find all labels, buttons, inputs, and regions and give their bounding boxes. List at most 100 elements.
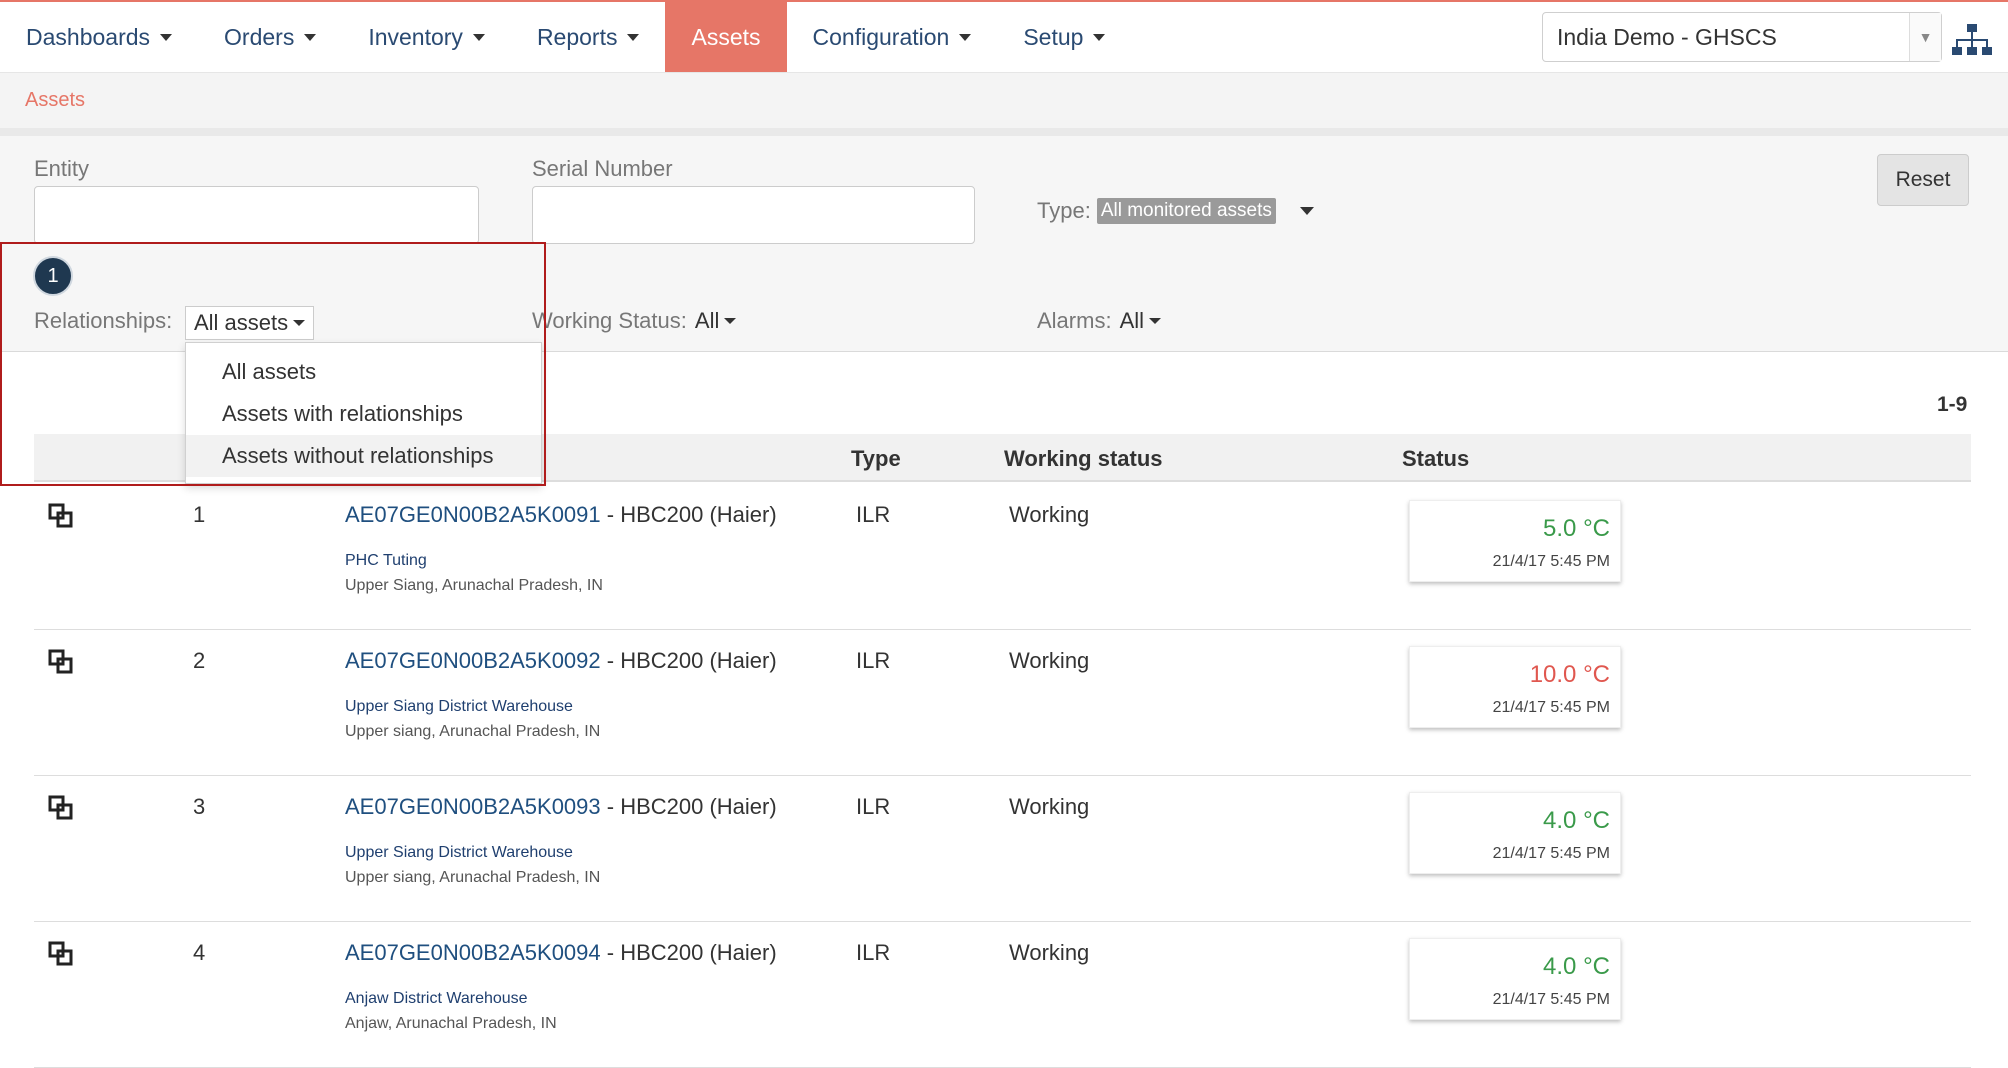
asset-type: ILR <box>856 794 891 819</box>
alarms-value: All <box>1119 308 1145 333</box>
entity-label: Entity <box>34 156 90 181</box>
temperature-time: 21/4/17 5:45 PM <box>1492 845 1610 862</box>
table-row: 3 AE07GE0N00B2A5K0093 - HBC200 (Haier) Upp… <box>34 776 1971 922</box>
asset-type: ILR <box>856 502 891 527</box>
nav-item-orders[interactable]: Orders <box>198 2 342 72</box>
result-count: 1-9 <box>1937 393 1968 416</box>
working-status: Working <box>1009 502 1090 527</box>
asset-serial-link[interactable]: AE07GE0N00B2A5K0093 <box>345 794 601 819</box>
temperature-value: 5.0 °C <box>1543 515 1610 542</box>
asset-title: AE07GE0N00B2A5K0092 - HBC200 (Haier) <box>345 648 777 674</box>
reset-button[interactable]: Reset <box>1877 154 1969 206</box>
table-row: 2 AE07GE0N00B2A5K0092 - HBC200 (Haier) Upp… <box>34 630 1971 776</box>
entity-name[interactable]: Upper Siang District Warehouse <box>345 698 573 716</box>
working-status: Working <box>1009 940 1090 965</box>
table-row: 4 AE07GE0N00B2A5K0094 - HBC200 (Haier) Anj… <box>34 922 1971 1068</box>
caret-down-icon <box>1093 33 1106 41</box>
menu-item-assets-with-relationships[interactable]: Assets with relationships <box>186 393 541 435</box>
entity-name[interactable]: Anjaw District Warehouse <box>345 990 528 1008</box>
entity-name[interactable]: Upper Siang District Warehouse <box>345 844 573 862</box>
row-index: 3 <box>193 794 206 819</box>
relationships-menu: All assets Assets with relationships Asset… <box>185 342 542 484</box>
working-status: Working <box>1009 648 1090 673</box>
temperature-time: 21/4/17 5:45 PM <box>1492 991 1610 1008</box>
callout-number-badge: 1 <box>33 256 73 296</box>
nav-item-label: Reports <box>536 23 618 50</box>
alarms-dropdown[interactable]: All <box>1119 308 1162 334</box>
nav-item-inventory[interactable]: Inventory <box>342 2 511 72</box>
relationship-icon[interactable] <box>47 648 75 676</box>
caret-down-icon <box>959 33 972 41</box>
relationship-icon[interactable] <box>47 940 75 968</box>
temperature-card[interactable]: 5.0 °C 21/4/17 5:45 PM <box>1409 500 1621 582</box>
alarms-filter: Alarms: All <box>1037 308 1162 334</box>
caret-down-icon <box>293 320 306 326</box>
temperature-time: 21/4/17 5:45 PM <box>1492 699 1610 716</box>
asset-serial-link[interactable]: AE07GE0N00B2A5K0094 <box>345 940 601 965</box>
asset-model: - HBC200 (Haier) <box>600 502 777 527</box>
type-label: Type: <box>1037 198 1091 223</box>
domain-select[interactable]: India Demo - GHSCS ▼ <box>1542 12 1942 62</box>
temperature-value: 10.0 °C <box>1529 661 1610 688</box>
divider <box>0 128 2008 136</box>
relationship-icon[interactable] <box>47 794 75 822</box>
working-status: Working <box>1009 794 1090 819</box>
col-header-type: Type <box>851 446 901 471</box>
caret-down-icon <box>1149 318 1162 324</box>
row-index: 1 <box>193 502 206 527</box>
nav-item-reports[interactable]: Reports <box>511 2 666 72</box>
entity-location: Anjaw, Arunachal Pradesh, IN <box>345 1015 557 1032</box>
nav-item-label: Orders <box>224 23 295 50</box>
col-header-working-status: Working status <box>1004 446 1163 471</box>
nav-item-setup[interactable]: Setup <box>997 2 1131 72</box>
temperature-card[interactable]: 4.0 °C 21/4/17 5:45 PM <box>1409 792 1621 874</box>
breadcrumb[interactable]: Assets <box>25 89 85 112</box>
relationships-value: All assets <box>194 310 289 335</box>
asset-title: AE07GE0N00B2A5K0094 - HBC200 (Haier) <box>345 940 777 966</box>
type-value-tag[interactable]: All monitored assets <box>1096 198 1276 224</box>
breadcrumb-bar: Assets <box>0 72 2008 128</box>
relationships-dropdown[interactable]: All assets <box>185 306 315 340</box>
menu-item-assets-without-relationships[interactable]: Assets without relationships <box>186 435 541 477</box>
domain-select-value: India Demo - GHSCS <box>1557 23 1777 50</box>
nav-item-configuration[interactable]: Configuration <box>787 2 998 72</box>
entity-input[interactable] <box>34 186 479 244</box>
chevron-down-icon[interactable]: ▼ <box>1909 13 1941 61</box>
row-index: 2 <box>193 648 206 673</box>
relationship-icon[interactable] <box>47 502 75 530</box>
asset-serial-link[interactable]: AE07GE0N00B2A5K0092 <box>345 648 601 673</box>
temperature-value: 4.0 °C <box>1543 807 1610 834</box>
caret-down-icon[interactable] <box>1299 207 1314 215</box>
temperature-card[interactable]: 10.0 °C 21/4/17 5:45 PM <box>1409 646 1621 728</box>
asset-serial-link[interactable]: AE07GE0N00B2A5K0091 <box>345 502 601 527</box>
asset-model: - HBC200 (Haier) <box>600 794 777 819</box>
col-header-status: Status <box>1402 446 1470 471</box>
asset-title: AE07GE0N00B2A5K0093 - HBC200 (Haier) <box>345 794 777 820</box>
temperature-time: 21/4/17 5:45 PM <box>1492 553 1610 570</box>
main-nav: Dashboards Orders Inventory Reports Assets Co… <box>0 2 1131 72</box>
working-status-dropdown[interactable]: All <box>695 308 737 334</box>
working-status-label: Working Status: <box>532 308 687 333</box>
nav-item-label: Assets <box>691 23 761 50</box>
serial-number-input[interactable] <box>532 186 975 244</box>
asset-model: - HBC200 (Haier) <box>600 648 777 673</box>
temperature-card[interactable]: 4.0 °C 21/4/17 5:45 PM <box>1409 938 1621 1020</box>
entity-name[interactable]: PHC Tuting <box>345 552 427 570</box>
caret-down-icon <box>724 318 737 324</box>
hierarchy-icon[interactable] <box>1952 22 1992 58</box>
menu-item-all-assets[interactable]: All assets <box>186 351 541 393</box>
caret-down-icon <box>627 33 640 41</box>
type-filter[interactable]: Type: All monitored assets <box>1037 198 1314 224</box>
serial-number-label: Serial Number <box>532 156 673 181</box>
nav-item-label: Inventory <box>368 23 463 50</box>
asset-model: - HBC200 (Haier) <box>600 940 777 965</box>
nav-item-dashboards[interactable]: Dashboards <box>0 2 198 72</box>
caret-down-icon <box>304 33 317 41</box>
alarms-label: Alarms: <box>1037 308 1112 333</box>
nav-item-label: Configuration <box>812 23 950 50</box>
entity-location: Upper siang, Arunachal Pradesh, IN <box>345 869 601 886</box>
asset-type: ILR <box>856 940 891 965</box>
nav-item-assets[interactable]: Assets <box>665 2 787 72</box>
relationships-label: Relationships: <box>34 308 172 334</box>
relationships-label-text: Relationships: <box>34 308 173 333</box>
